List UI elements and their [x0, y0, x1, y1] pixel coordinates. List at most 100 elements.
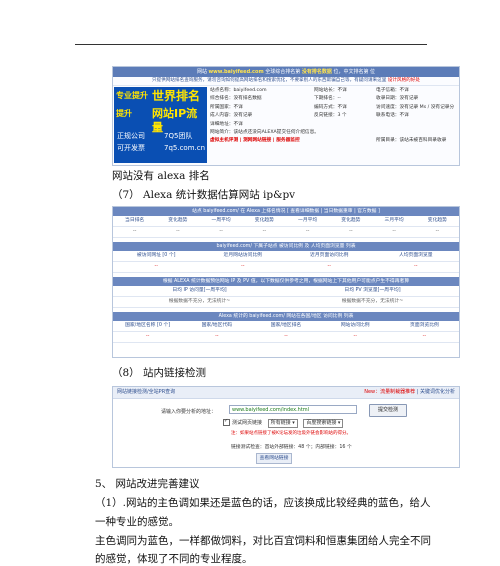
- info-row: 详细地址：不详: [210, 121, 456, 129]
- site-info-table: 站点名称：baiyifeed.com 网站站长：不详 电子信箱：不详 综合排名：没有…: [210, 87, 456, 146]
- subsite-bar: baiyifeed.com/ 下属子站点 被访问比例 及 人均页面浏览量 列表: [113, 242, 459, 251]
- link-check-title: 网站链接检测/全站PR查询: [117, 389, 176, 395]
- ip-pv-header: 日均 PV 浏览量[一周平均]: [344, 288, 401, 293]
- link-check-topbar: 网站链接检测/全站PR查询 New：流量制裁器推荐 | 关键词优化分析: [113, 387, 459, 399]
- info-cell: 网站站长：不详: [314, 88, 347, 93]
- ip-pv-value: 根据数据不充分，无法统计~: [168, 299, 231, 304]
- alexa-rank-bar: 站点 baiyifeed.com/ 在 Alexa 上排名情况 [ 查看详细数据…: [113, 207, 459, 216]
- section-heading: 5、 网站改进完善建议: [95, 478, 200, 490]
- ad-line6: 7Q5团队: [164, 132, 193, 140]
- header-mid: 全球综合排名第: [263, 69, 302, 75]
- top-links[interactable]: New：流量制裁器推荐 | 关键词优化分析: [364, 387, 455, 398]
- ip-pv-value: 根据数据不充分，无法统计~: [341, 299, 404, 304]
- country-header: 国家/地区排名: [270, 323, 302, 328]
- rank-header: 变化趋势: [254, 218, 274, 223]
- ip-pv-values: 根据数据不充分，无法统计~ 根据数据不充分，无法统计~: [113, 297, 459, 308]
- info-cell: 详细地址：不详: [210, 121, 243, 127]
- info-cell: 收录日期：没有记录: [376, 96, 419, 102]
- rank-value: --: [132, 229, 137, 234]
- rank-value: --: [219, 229, 223, 234]
- submit-check-button[interactable]: 提交检测: [369, 404, 407, 417]
- ad-line8: 7q5.com.cn: [164, 144, 206, 152]
- subsite-headers: 被访问网址 [0 个] 近月网站访问比例 近月页面访问比例 人均页面浏览量: [113, 251, 459, 262]
- info-cell: 所属目录：该站未被百科目录收录: [376, 138, 447, 144]
- country-bar: Alexa 统计的 baiyifeed.com/ 网站在各国/地区 访问比例 列…: [113, 312, 459, 321]
- info-row: 虚拟主机评测 | 测网网站链接 | 服务器监控 所属目录：该站未被百科目录收录: [210, 137, 456, 145]
- info-row: 站点名称：baiyifeed.com 网站站长：不详 电子信箱：不详: [210, 87, 456, 95]
- info-cell: 网站简介：该站点还没向ALEXA提交任何介绍信息。: [210, 129, 319, 135]
- rank-values: -- -- -- -- -- -- -- --: [113, 227, 459, 238]
- info-cell: 下期排名：--: [314, 96, 341, 102]
- rank-header: 变化趋势: [341, 218, 361, 223]
- subsite-header: 近月网站访问比例: [223, 253, 262, 258]
- checkbox-label: 测试网页链接: [232, 420, 263, 426]
- country-headers: 国家/地区名称 [0 个] 国家/地区代码 国家/地区排名 网站访问比例 页面浏…: [113, 321, 459, 332]
- caption-no-alexa: 网站没有 alexa 排名: [112, 170, 210, 182]
- paragraph-line: 一种专业的感觉。: [95, 516, 179, 528]
- link-check-screenshot: 网站链接检测/全站PR查询 New：流量制裁器推荐 | 关键词优化分析 请输入你…: [112, 386, 460, 468]
- ad-line2: 世界排名: [152, 89, 201, 103]
- country-value: --: [145, 334, 150, 339]
- header-domain: www.baiyifeed.com: [208, 69, 264, 75]
- site-info-screenshot: 网站 www.baiyifeed.com 全球综合排名第 没有排名数据 位，中文…: [112, 66, 460, 166]
- header-prefix: 网站: [196, 69, 209, 75]
- info-row: 综合排名：没有排名数据 下期排名：-- 收录日期：没有记录: [210, 95, 456, 103]
- country-value: --: [353, 334, 357, 339]
- info-cell: 编码方式：不详: [314, 104, 347, 110]
- test-links-checkbox[interactable]: [223, 418, 230, 426]
- url-input[interactable]: www.baiyifeed.com/index.html: [229, 405, 357, 414]
- warning-note: 注：如果站点链接了被K论坛发的垃圾外链会影响站的得分。: [231, 431, 351, 436]
- paragraph-line: （1）.网站的主色调如果还是蓝色的话，应该换成比较经典的蓝色，给人: [95, 497, 431, 509]
- info-cell: 反向链接：3 个: [314, 113, 347, 119]
- subsite-value: --: [241, 264, 245, 269]
- url-label: 请输入你要分析的地址：: [161, 409, 217, 415]
- info-cell: 所属国家：不详: [210, 104, 243, 110]
- link-type-select[interactable]: 所有链接 ▾: [267, 419, 298, 428]
- ad-line1: 专业提升: [116, 91, 148, 100]
- tool-links[interactable]: 虚拟主机评测 | 测网网站链接 | 服务器监控: [210, 137, 300, 145]
- rank-header: 一周平均: [211, 218, 231, 223]
- rank-header: 变化趋势: [168, 218, 188, 223]
- rank-header: 变化趋势: [427, 218, 447, 223]
- paragraph-line: 的感觉，体现了不同的专业程度。: [95, 553, 253, 565]
- info-cell: 访问速度：没有记录 Ms / 没有记录分: [376, 104, 455, 110]
- country-header: 国家/地区代码: [201, 323, 232, 328]
- link-result: 链接测试检查：首站外部链接：48 个；内部链接：16 个: [231, 445, 352, 450]
- info-row: 网站简介：该站点还没向ALEXA提交任何介绍信息。: [210, 129, 456, 137]
- subsite-value: --: [327, 264, 331, 269]
- caption-link-check: （8） 站内链接检测: [112, 367, 207, 379]
- rank-value: --: [392, 229, 396, 234]
- header-rank: 没有排名数据: [301, 69, 332, 75]
- country-value: --: [422, 334, 427, 339]
- traffic-link[interactable]: New：流量制裁器推荐: [364, 389, 415, 395]
- view-links-button[interactable]: 查看网站链接: [256, 453, 292, 464]
- country-value: --: [284, 334, 288, 339]
- rank-value: --: [262, 229, 267, 234]
- country-header: 国家/地区名称 [0 个]: [125, 323, 171, 328]
- subsite-header: 近月页面访问比例: [310, 253, 349, 258]
- subsite-header: 被访问网址 [0 个]: [136, 253, 176, 258]
- rank-value: --: [349, 229, 353, 234]
- rank-value: --: [176, 229, 180, 234]
- subsite-value: --: [414, 264, 418, 269]
- site-rank-header: 网站 www.baiyifeed.com 全球综合排名第 没有排名数据 位，中文…: [113, 67, 459, 77]
- rank-value: --: [305, 229, 310, 234]
- header-rule: [75, 44, 427, 45]
- ad-banner[interactable]: 专业提升 世界排名 提升 网站IP流量 正规公司 7Q5团队 可开发票 7q5.…: [114, 87, 207, 163]
- rank-headers: 当日排名 变化趋势 一周平均 变化趋势 一月平均 变化趋势 三月平均 变化趋势: [113, 216, 459, 227]
- rank-header: 当日排名: [125, 218, 145, 223]
- info-cell: 电子信箱：不详: [376, 88, 409, 93]
- ad-line3: 提升: [116, 109, 132, 118]
- subheader-text: 只提供网站排名查询服务，请勿咨询如何提高网站排名和搜索优化，不要拿别人的东西欺骗…: [152, 78, 388, 83]
- info-cell: 成人内容：没有记录: [210, 113, 253, 119]
- subsite-values: -- -- -- --: [113, 262, 459, 273]
- ip-pv-headers: 日均 IP 访问量[一周平均] 日均 PV 浏览量[一周平均]: [113, 286, 459, 297]
- ad-line7: 可开发票: [117, 144, 145, 152]
- keyword-link[interactable]: | 关键词优化分析: [415, 389, 455, 395]
- info-cell: 综合排名：没有排名数据: [210, 96, 262, 102]
- info-cell: 站点名称：baiyifeed.com: [210, 88, 267, 93]
- subheader-link[interactable]: 设计风格的好处: [388, 78, 420, 83]
- engine-select[interactable]: 百度搜索链接 ▾: [303, 419, 344, 428]
- paragraph-line: 主色调同为蓝色，一样都做饲料，对比百宜饲料和恒惠集团给人完全不同: [95, 535, 431, 547]
- site-rank-subheader: 只提供网站排名查询服务，请勿咨询如何提高网站排名和搜索优化，不要拿别人的东西欺骗…: [113, 77, 459, 86]
